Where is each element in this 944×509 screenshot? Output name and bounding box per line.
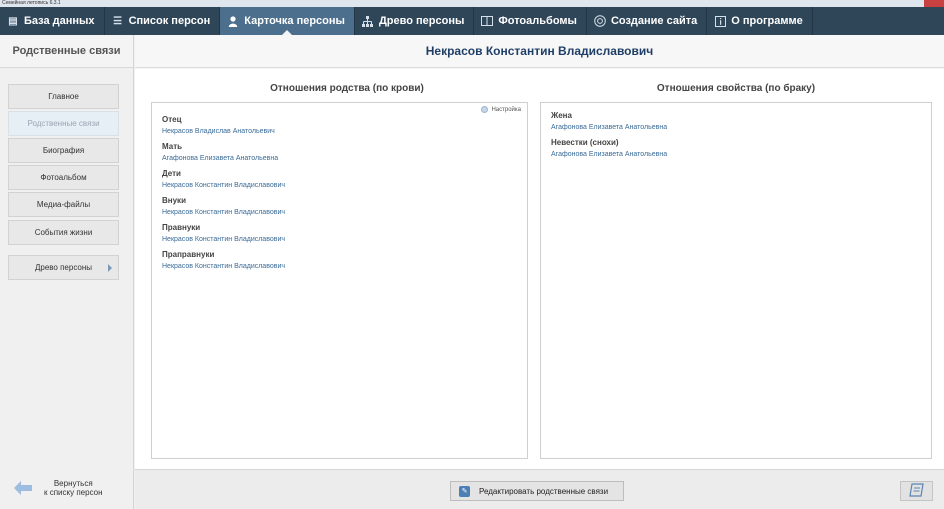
- window-title: Семейная летопись 6.3.1: [2, 0, 61, 6]
- relation-person-link[interactable]: Некрасов Константин Владиславович: [162, 209, 517, 216]
- blood-relations-title: Отношения родства (по крови): [270, 83, 424, 94]
- relation-person-link[interactable]: Некрасов Константин Владиславович: [162, 263, 517, 270]
- globe-icon: [594, 15, 606, 27]
- menu-about[interactable]: О программе: [707, 7, 813, 35]
- edit-relations-label: Редактировать родственные связи: [479, 486, 609, 496]
- relation-person-link[interactable]: Некрасов Константин Владиславович: [162, 182, 517, 189]
- relation-label: Внуки: [162, 196, 186, 205]
- sidebar: Родственные связи Главное Родственные св…: [0, 35, 134, 509]
- relation-label: Праправнуки: [162, 250, 215, 259]
- person-icon: [227, 15, 239, 27]
- person-name-title: Некрасов Константин Владиславович: [135, 35, 944, 68]
- back-to-person-list-button[interactable]: Вернуться к списку персон: [14, 479, 103, 497]
- sidebar-item-relations[interactable]: Родственные связи: [8, 111, 119, 136]
- scroll-document-icon: [908, 482, 925, 500]
- menu-person-list[interactable]: ☰ Список персон: [105, 7, 221, 35]
- menu-create-site[interactable]: Создание сайта: [587, 7, 708, 35]
- tree-icon: [362, 15, 374, 27]
- menu-label: База данных: [24, 15, 95, 27]
- settings-label: Настройка: [491, 106, 521, 113]
- main-menu: ▤ База данных ☰ Список персон Карточка пер…: [0, 7, 944, 35]
- back-label: Вернуться к списку персон: [44, 479, 103, 497]
- info-icon: [714, 15, 726, 27]
- sidebar-item-main[interactable]: Главное: [8, 84, 119, 109]
- menu-icon: ▤: [8, 15, 18, 27]
- relation-person-link[interactable]: Агафонова Елизавета Анатольевна: [551, 151, 921, 158]
- menu-label: Создание сайта: [610, 15, 698, 27]
- relation-person-link[interactable]: Некрасов Константин Владиславович: [162, 236, 517, 243]
- sidebar-item-media-files[interactable]: Медиа-файлы: [8, 192, 119, 217]
- sidebar-item-person-tree[interactable]: Древо персоны: [8, 255, 119, 280]
- menu-database[interactable]: ▤ База данных: [0, 7, 105, 35]
- menu-label: Древо персоны: [378, 15, 465, 27]
- photo-album-icon: [481, 15, 494, 27]
- relation-person-link[interactable]: Агафонова Елизавета Анатольевна: [551, 124, 921, 131]
- footer-bar: ✎ Редактировать родственные связи: [135, 469, 944, 509]
- relation-label: Мать: [162, 142, 183, 151]
- close-window-button[interactable]: [924, 0, 944, 7]
- sidebar-item-photo-album[interactable]: Фотоальбом: [8, 165, 119, 190]
- menu-label: Список персон: [128, 15, 211, 27]
- window-titlebar: Семейная летопись 6.3.1: [0, 0, 944, 7]
- relation-label: Отец: [162, 115, 182, 124]
- person-card-main: Некрасов Константин Владиславович Отноше…: [135, 35, 944, 509]
- chevron-right-icon: [108, 264, 112, 272]
- sidebar-item-label: Древо персоны: [34, 263, 93, 272]
- blood-relations-panel: Настройка Отец Некрасов Владислав Анатол…: [151, 102, 528, 459]
- menu-label: Карточка персоны: [244, 15, 345, 27]
- relation-person-link[interactable]: Агафонова Елизавета Анатольевна: [162, 155, 517, 162]
- relation-label: Невестки (снохи): [551, 138, 619, 147]
- sidebar-item-life-events[interactable]: События жизни: [8, 220, 119, 245]
- menu-label: Фотоальбомы: [498, 15, 577, 27]
- document-icon-button[interactable]: [900, 481, 933, 501]
- marriage-relations-title: Отношения свойства (по браку): [656, 83, 816, 94]
- settings-button[interactable]: Настройка: [481, 106, 521, 113]
- relation-label: Дети: [162, 169, 181, 178]
- sidebar-heading: Родственные связи: [0, 35, 133, 68]
- sidebar-item-biography[interactable]: Биография: [8, 138, 119, 163]
- back-label-line2: к списку персон: [44, 488, 103, 497]
- edit-icon: ✎: [459, 485, 470, 497]
- arrow-left-icon: [14, 481, 32, 495]
- relation-label: Жена: [551, 111, 572, 120]
- edit-relations-button[interactable]: ✎ Редактировать родственные связи: [450, 481, 624, 501]
- settings-dot-icon: [481, 106, 489, 113]
- menu-person-tree[interactable]: Древо персоны: [355, 7, 475, 35]
- menu-label: О программе: [731, 15, 803, 27]
- menu-person-card[interactable]: Карточка персоны: [220, 7, 355, 35]
- relation-label: Правнуки: [162, 223, 201, 232]
- marriage-relations-panel: Жена Агафонова Елизавета Анатольевна Нев…: [540, 102, 932, 459]
- back-label-line1: Вернуться: [53, 479, 93, 488]
- relation-person-link[interactable]: Некрасов Владислав Анатольевич: [162, 128, 517, 135]
- list-icon: ☰: [113, 15, 123, 27]
- menu-photo-albums[interactable]: Фотоальбомы: [474, 7, 587, 35]
